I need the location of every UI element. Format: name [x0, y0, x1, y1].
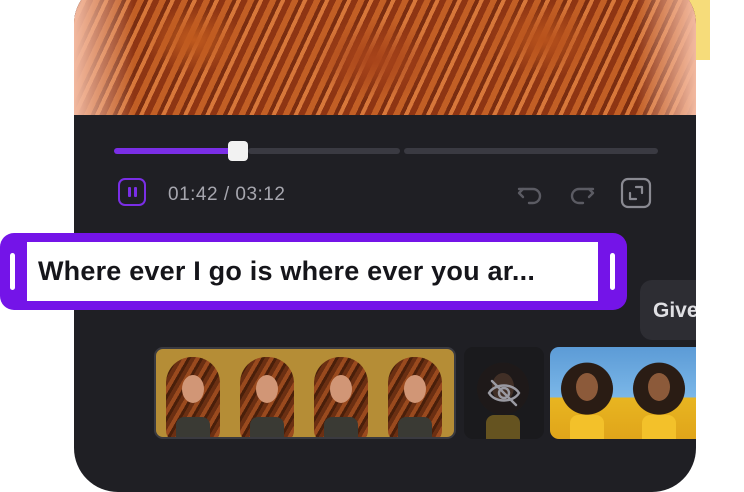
- clip-thumbnail: [162, 357, 224, 437]
- clip-thumbnail: [310, 357, 372, 437]
- time-display: 01:42 / 03:12: [168, 184, 286, 205]
- seek-bar[interactable]: [114, 141, 658, 161]
- clip-thumbnail: [556, 355, 618, 439]
- redo-icon[interactable]: [566, 177, 598, 209]
- seek-handle[interactable]: [228, 141, 248, 161]
- clip-thumbnail: [384, 357, 446, 437]
- caption-editor[interactable]: Where ever I go is where ever you ar...: [0, 233, 627, 310]
- clip-thumbnail: [628, 355, 690, 439]
- seek-played: [114, 148, 238, 154]
- eye-off-icon: [487, 379, 521, 407]
- caption-trim-handle-right[interactable]: [610, 253, 615, 290]
- seek-remaining: [248, 148, 400, 154]
- caption-field[interactable]: Where ever I go is where ever you ar...: [27, 242, 598, 301]
- pause-button[interactable]: [118, 178, 146, 206]
- clip-thumbnail: [236, 357, 298, 437]
- caption-text: Where ever I go is where ever you ar...: [38, 256, 536, 286]
- pause-icon: [133, 187, 137, 197]
- timeline-clip[interactable]: [154, 347, 456, 439]
- suggestion-label: Give: [653, 299, 696, 322]
- fullscreen-icon[interactable]: [620, 177, 652, 209]
- caption-suggestion-chip[interactable]: Give: [640, 280, 696, 340]
- caption-trim-handle-left[interactable]: [10, 253, 15, 290]
- timeline-clip-hidden[interactable]: [464, 347, 544, 439]
- seek-remaining: [404, 148, 658, 154]
- pause-icon: [127, 187, 131, 197]
- video-preview[interactable]: [74, 0, 696, 115]
- undo-icon[interactable]: [514, 177, 546, 209]
- timeline-clip[interactable]: [550, 347, 696, 439]
